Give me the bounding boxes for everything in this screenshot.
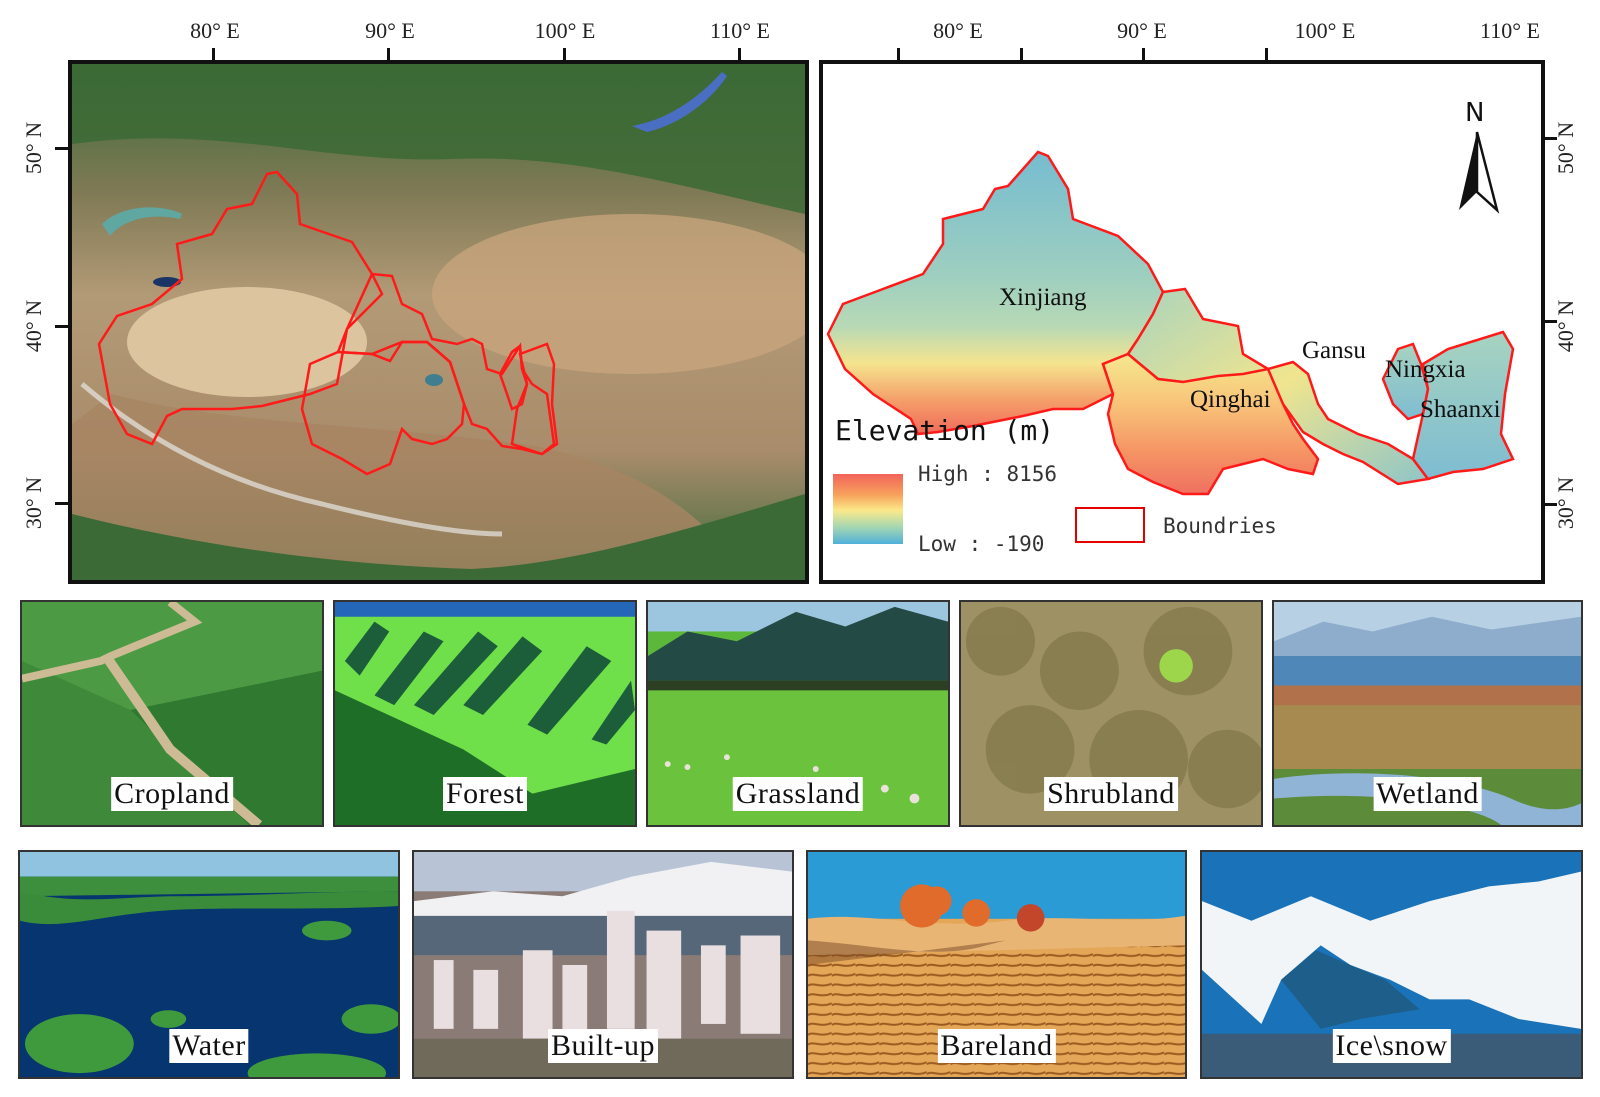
legend-title: Elevation (m) bbox=[835, 414, 1055, 447]
legend-boundary-label: Boundries bbox=[1163, 514, 1277, 538]
label-water: Water bbox=[169, 1029, 249, 1063]
label-wetland: Wetland bbox=[1373, 777, 1482, 811]
photo-water: Water bbox=[18, 850, 400, 1079]
photo-wetland: Wetland bbox=[1272, 600, 1583, 827]
tick-mark bbox=[1545, 320, 1557, 323]
north-arrow: N bbox=[1453, 98, 1503, 218]
satellite-imagery bbox=[72, 64, 805, 580]
label-icesnow: Ice\snow bbox=[1332, 1029, 1451, 1063]
label-bareland: Bareland bbox=[937, 1029, 1056, 1063]
label-ningxia: Ningxia bbox=[1385, 356, 1466, 383]
tick-mark bbox=[55, 325, 68, 328]
lon-label-80e-right: 80° E bbox=[933, 18, 983, 43]
elevation-color-ramp bbox=[833, 474, 903, 544]
photo-grassland: Grassland bbox=[646, 600, 950, 827]
legend-low-label: Low : -190 bbox=[918, 532, 1045, 556]
lon-label-100e-left: 100° E bbox=[534, 18, 596, 43]
lat-label-40n-right: 40° N bbox=[1553, 299, 1579, 353]
label-grassland: Grassland bbox=[732, 777, 864, 811]
lon-label-90e-left: 90° E bbox=[365, 18, 415, 43]
label-xinjiang: Xinjiang bbox=[999, 284, 1087, 311]
photo-forest: Forest bbox=[333, 600, 637, 827]
north-label: N bbox=[1465, 98, 1485, 128]
label-gansu: Gansu bbox=[1302, 337, 1366, 364]
photo-bareland: Bareland bbox=[806, 850, 1187, 1079]
tick-mark bbox=[55, 502, 68, 505]
lat-label-50n-left: 50° N bbox=[21, 121, 47, 175]
label-shrubland: Shrubland bbox=[1044, 777, 1178, 811]
label-builtup: Built-up bbox=[547, 1029, 659, 1063]
lat-label-50n-right: 50° N bbox=[1553, 121, 1579, 175]
label-qinghai: Qinghai bbox=[1190, 386, 1271, 413]
photo-icesnow: Ice\snow bbox=[1200, 850, 1583, 1079]
label-forest: Forest bbox=[443, 777, 527, 811]
label-shaanxi: Shaanxi bbox=[1420, 396, 1501, 423]
lon-label-90e-right: 90° E bbox=[1117, 18, 1167, 43]
elevation-map: Xinjiang Gansu Qinghai Ningxia Shaanxi N… bbox=[819, 60, 1545, 584]
legend-high-label: High : 8156 bbox=[918, 462, 1058, 486]
lon-label-110e-right: 110° E bbox=[1480, 18, 1540, 43]
label-cropland: Cropland bbox=[111, 777, 233, 811]
lat-label-30n-left: 30° N bbox=[21, 476, 47, 530]
lat-label-40n-left: 40° N bbox=[21, 299, 47, 353]
photo-shrubland: Shrubland bbox=[959, 600, 1263, 827]
photo-cropland: Cropland bbox=[20, 600, 324, 827]
lon-label-100e-right: 100° E bbox=[1294, 18, 1356, 43]
north-arrow-icon bbox=[1459, 131, 1500, 214]
tick-mark bbox=[1545, 137, 1557, 140]
taklamakan-desert bbox=[127, 287, 367, 397]
lon-label-110e-left: 110° E bbox=[710, 18, 770, 43]
lake-qinghai bbox=[425, 374, 443, 386]
elevation-raster bbox=[826, 150, 1515, 496]
tick-mark bbox=[1545, 503, 1557, 506]
satellite-map bbox=[68, 60, 809, 584]
lon-label-80e-left: 80° E bbox=[190, 18, 240, 43]
boundary-legend-swatch bbox=[1075, 507, 1145, 543]
photo-builtup: Built-up bbox=[412, 850, 794, 1079]
tick-mark bbox=[55, 147, 68, 150]
